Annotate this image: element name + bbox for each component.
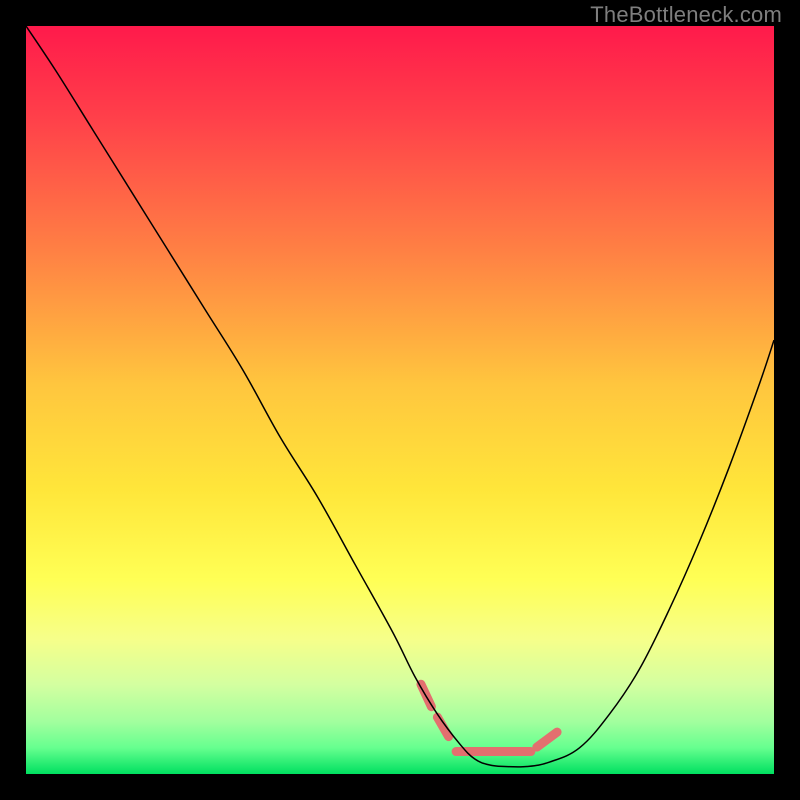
curve-layer [26,26,774,774]
flat-region-marker [421,684,557,751]
watermark-text: TheBottleneck.com [590,2,782,28]
outer-frame: TheBottleneck.com [0,0,800,800]
plot-area [26,26,774,774]
bottleneck-curve [26,26,774,767]
marker-segment [537,732,557,747]
